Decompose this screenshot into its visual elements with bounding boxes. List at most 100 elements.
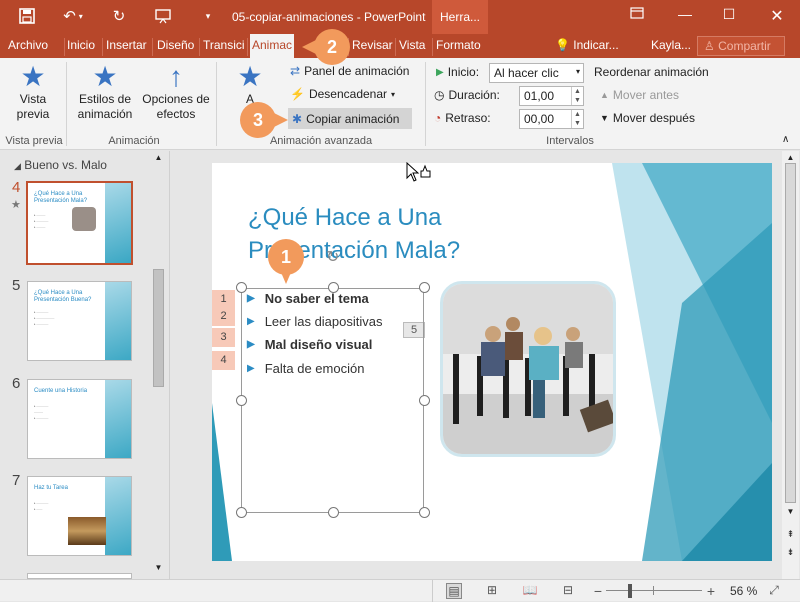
thumb-title: Haz tu Tarea	[34, 485, 68, 491]
triangle-down-icon: ▼	[600, 113, 609, 123]
share-button[interactable]: ♙ Compartir	[697, 36, 785, 56]
move-later-button[interactable]: ▼ Mover después	[600, 111, 695, 125]
animation-tag[interactable]: 3	[212, 328, 235, 347]
rotate-handle-icon[interactable]: ↻	[326, 247, 339, 267]
copy-animation-button[interactable]: ✱ Copiar animación	[288, 108, 412, 129]
animation-styles-button[interactable]: ★ Estilos de animación	[72, 62, 138, 122]
animation-tag[interactable]: 2	[212, 307, 235, 326]
resize-handle[interactable]	[419, 282, 430, 293]
normal-view-icon[interactable]: ▤	[446, 583, 462, 599]
user-name[interactable]: Kayla...	[651, 38, 691, 52]
ribbon-display-options-icon[interactable]	[622, 6, 652, 26]
thumb-bullet: ▸ ————	[34, 219, 49, 223]
scroll-up-icon[interactable]: ▲	[782, 153, 799, 162]
duration-stepper[interactable]: 01,00 ▲ ▼	[519, 86, 584, 106]
animation-pane-button[interactable]: ⇄ Panel de animación	[290, 64, 409, 78]
save-icon[interactable]	[16, 6, 38, 26]
slide-number: 7	[12, 472, 21, 489]
selected-text-box[interactable]	[241, 288, 424, 513]
chevron-down-icon: ▾	[575, 67, 580, 76]
group-divider	[216, 62, 217, 146]
scroll-thumb[interactable]	[785, 163, 796, 503]
zoom-out-icon[interactable]: −	[590, 583, 606, 599]
resize-handle[interactable]	[236, 395, 247, 406]
scroll-up-icon[interactable]: ▲	[151, 153, 166, 162]
resize-handle[interactable]	[419, 395, 430, 406]
zoom-slider-thumb[interactable]	[628, 584, 632, 598]
thumb-bullet: ▸ ———	[34, 225, 46, 229]
ribbon-tabs: Archivo Inicio Insertar Diseño Transici …	[0, 34, 800, 58]
delay-stepper[interactable]: 00,00 ▲ ▼	[519, 109, 584, 129]
scroll-down-icon[interactable]: ▼	[151, 563, 166, 572]
slide-thumbnail-5[interactable]: ¿Qué Hace a Una Presentación Buena? ▸ ——…	[27, 281, 132, 361]
tab-revisar[interactable]: Revisar	[352, 38, 393, 52]
tab-separator	[64, 38, 65, 56]
tab-separator	[395, 38, 396, 56]
section-name: Bueno vs. Malo	[24, 158, 107, 172]
zoom-in-icon[interactable]: +	[703, 583, 719, 599]
thumb-bullet: ▸ ————	[34, 501, 49, 505]
next-slide-icon[interactable]: ⇟	[782, 547, 799, 558]
thumb-bullet: ▸ ———	[34, 213, 46, 217]
slideshow-icon[interactable]: ⊟	[560, 583, 576, 599]
stepper-arrows-icon[interactable]: ▲ ▼	[571, 110, 583, 128]
animation-tag[interactable]: 4	[212, 351, 235, 370]
tab-formato[interactable]: Formato	[436, 38, 481, 52]
resize-handle[interactable]	[236, 507, 247, 518]
tab-diseno[interactable]: Diseño	[157, 38, 194, 52]
slide-sorter-icon[interactable]: ⊞	[484, 583, 500, 599]
preview-label-2: previa	[16, 107, 50, 121]
minimize-icon[interactable]: —	[670, 6, 700, 26]
star-preview-icon: ★	[20, 61, 46, 92]
section-header[interactable]: ◢ Bueno vs. Malo	[14, 158, 107, 172]
resize-handle[interactable]	[328, 507, 339, 518]
effect-options-button[interactable]: ↑ Opciones de efectos	[141, 62, 211, 122]
stepper-arrows-icon[interactable]: ▲ ▼	[571, 87, 583, 105]
undo-icon[interactable]: ↶ ▾	[58, 6, 88, 26]
thumb-books-image	[68, 517, 106, 545]
resize-handle[interactable]	[236, 282, 247, 293]
zoom-slider[interactable]	[606, 590, 702, 591]
tab-archivo[interactable]: Archivo	[8, 38, 48, 52]
fit-slide-icon[interactable]: ⤢	[766, 583, 782, 599]
scroll-thumb[interactable]	[153, 269, 164, 387]
previous-slide-icon[interactable]: ⇞	[782, 529, 799, 540]
slides-scrollbar[interactable]: ▲ ▼	[151, 151, 166, 579]
trigger-button[interactable]: ⚡ Desencadenar ▾	[290, 87, 395, 101]
arrow-up-icon: ↑	[169, 61, 183, 92]
tab-animaciones[interactable]: Animac	[250, 34, 295, 58]
maximize-icon[interactable]: ☐	[714, 6, 744, 26]
thumb-title: ¿Qué Hace a Una Presentación Buena?	[34, 290, 92, 303]
editor-scrollbar[interactable]: ▲ ▼ ⇞ ⇟	[782, 151, 799, 579]
zoom-level[interactable]: 56 %	[730, 584, 757, 598]
delay-value: 00,00	[524, 112, 555, 126]
collapse-ribbon-icon[interactable]: ∧	[782, 134, 789, 145]
thumb-bullet: ———	[34, 410, 43, 414]
slide-thumbnail-7[interactable]: Haz tu Tarea ▸ ———— ▸ ——	[27, 476, 132, 556]
tab-inicio[interactable]: Inicio	[67, 38, 95, 52]
thumb-bullet: ▸ ——	[34, 507, 43, 511]
customize-toolbar-icon[interactable]: ▾	[200, 6, 216, 26]
preview-button[interactable]: ★ Vista previa	[8, 62, 58, 122]
resize-handle[interactable]	[419, 507, 430, 518]
reading-view-icon[interactable]: 📖	[522, 583, 538, 599]
tab-separator	[152, 38, 153, 56]
resize-handle[interactable]	[328, 282, 339, 293]
tab-separator	[102, 38, 103, 56]
tab-transiciones[interactable]: Transici	[203, 38, 245, 52]
close-icon[interactable]: ✕	[762, 6, 792, 26]
start-presentation-icon[interactable]	[152, 6, 174, 26]
move-earlier-button[interactable]: ▲ Mover antes	[600, 88, 679, 102]
tab-insertar[interactable]: Insertar	[106, 38, 147, 52]
tell-me-box[interactable]: 💡 Indicar...	[555, 38, 619, 52]
slide-photo[interactable]	[440, 281, 616, 457]
slide-number: 6	[12, 375, 21, 392]
slide-thumbnail-4[interactable]: ¿Qué Hace a Una Presentación Mala? ▸ ———…	[26, 181, 133, 265]
start-select[interactable]: Al hacer clic ▾	[489, 63, 584, 83]
slide-thumbnail-6[interactable]: Cuente una Historia ▸ ———— ——— ▸ ————	[27, 379, 132, 459]
options-label-2: efectos	[156, 107, 196, 121]
redo-icon[interactable]: ↻	[108, 6, 130, 26]
tab-separator	[432, 38, 433, 56]
tab-vista[interactable]: Vista	[399, 38, 425, 52]
scroll-down-icon[interactable]: ▼	[782, 507, 799, 516]
